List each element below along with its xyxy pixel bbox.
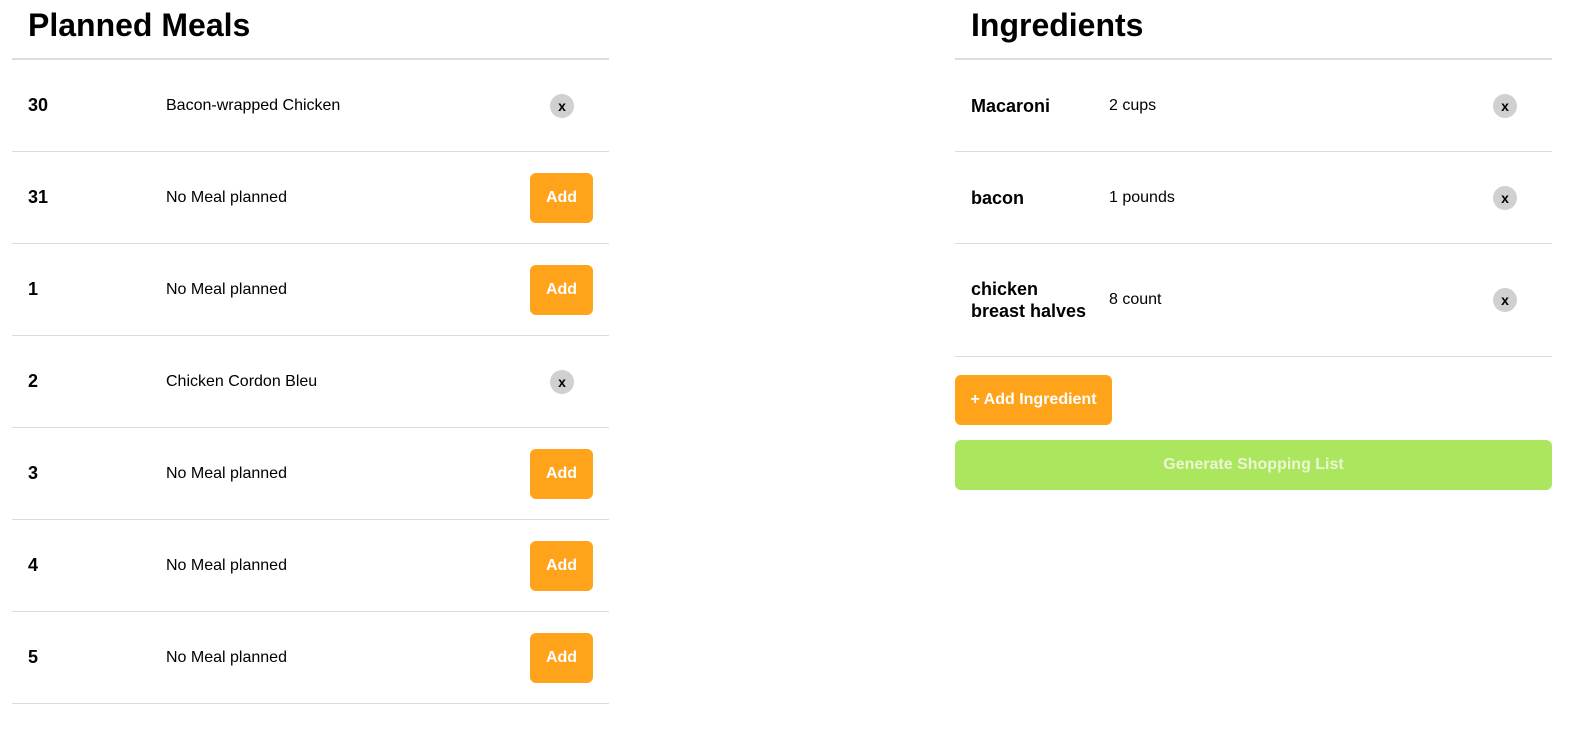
meal-day: 31 — [28, 187, 49, 207]
ingredient-row: Macaroni 2 cups x — [955, 60, 1552, 152]
meal-name: No Meal planned — [166, 556, 287, 574]
add-meal-button[interactable]: Add — [530, 632, 593, 683]
ingredients-title: Ingredients — [955, 0, 1552, 60]
meal-day: 2 — [28, 371, 39, 391]
meal-day: 4 — [28, 555, 39, 575]
remove-ingredient-button[interactable]: x — [1493, 185, 1517, 210]
add-meal-button[interactable]: Add — [530, 264, 593, 315]
meal-name: Bacon-wrapped Chicken — [166, 96, 341, 114]
remove-meal-button[interactable]: x — [550, 93, 574, 118]
meal-day: 1 — [28, 279, 39, 299]
remove-ingredient-button[interactable]: x — [1493, 288, 1517, 312]
meal-name: No Meal planned — [166, 188, 287, 206]
meal-row: 1 No Meal planned Add — [12, 244, 609, 336]
meal-row: 4 No Meal planned Add — [12, 520, 609, 612]
meal-row: 31 No Meal planned Add — [12, 152, 609, 244]
remove-ingredient-button[interactable]: x — [1493, 93, 1517, 118]
planned-meals-panel: Planned Meals 30 Bacon-wrapped Chicken x… — [12, 0, 609, 704]
add-meal-button[interactable]: Add — [530, 172, 593, 223]
meal-row: 5 No Meal planned Add — [12, 612, 609, 704]
ingredient-name: chicken breast halves — [971, 279, 1087, 321]
ingredient-name: bacon — [971, 187, 1025, 208]
meal-day: 5 — [28, 647, 39, 667]
meal-name: No Meal planned — [166, 464, 287, 482]
generate-shopping-list-button[interactable]: Generate Shopping List — [955, 440, 1552, 490]
meal-day: 30 — [28, 95, 49, 115]
meal-day: 3 — [28, 463, 39, 483]
ingredient-quantity: 1 pounds — [1109, 188, 1175, 206]
meal-name: Chicken Cordon Bleu — [166, 372, 318, 390]
add-ingredient-button[interactable]: + Add Ingredient — [955, 375, 1112, 425]
meal-row: 30 Bacon-wrapped Chicken x — [12, 60, 609, 152]
add-meal-button[interactable]: Add — [530, 448, 593, 499]
meal-row: 2 Chicken Cordon Bleu x — [12, 336, 609, 428]
meal-name: No Meal planned — [166, 280, 287, 298]
ingredient-quantity: 2 cups — [1109, 96, 1157, 114]
ingredients-panel: Ingredients Macaroni 2 cups x bacon 1 po… — [955, 0, 1552, 735]
add-meal-button[interactable]: Add — [530, 540, 593, 591]
ingredient-row: chicken breast halves 8 count x — [955, 244, 1552, 357]
ingredient-row: bacon 1 pounds x — [955, 152, 1552, 244]
ingredient-name: Macaroni — [971, 95, 1051, 116]
planned-meals-title: Planned Meals — [12, 0, 609, 60]
meal-row: 3 No Meal planned Add — [12, 428, 609, 520]
remove-meal-button[interactable]: x — [550, 369, 574, 394]
meal-name: No Meal planned — [166, 648, 287, 666]
ingredient-quantity: 8 count — [1109, 291, 1162, 308]
